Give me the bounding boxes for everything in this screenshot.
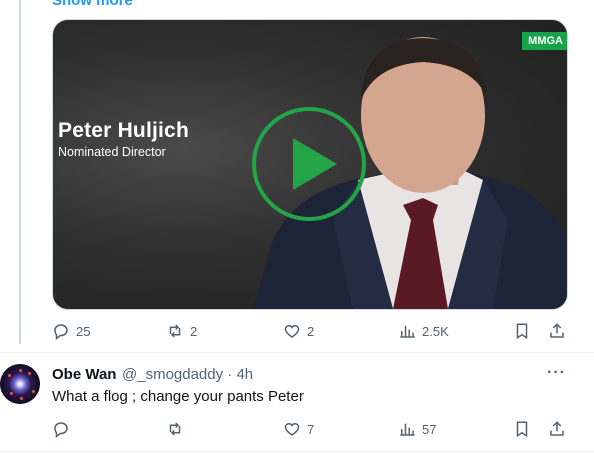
reply-text: What a flog ; change your pants Peter <box>52 388 304 405</box>
reply-button[interactable]: 25 <box>52 320 90 342</box>
like-button[interactable]: 7 <box>283 418 314 440</box>
like-count: 2 <box>307 323 315 339</box>
reply-button[interactable] <box>52 418 76 440</box>
thread-line <box>19 0 21 344</box>
share-icon <box>550 421 564 436</box>
repost-button[interactable] <box>166 418 190 440</box>
share-button[interactable] <box>548 418 566 440</box>
reply-divider <box>0 451 594 452</box>
repost-icon <box>169 422 181 436</box>
views-button[interactable]: 2.5K <box>398 320 449 342</box>
more-icon[interactable]: ··· <box>547 364 566 382</box>
like-count: 7 <box>307 421 315 437</box>
reply-icon <box>54 422 68 438</box>
reply-author-handle[interactable]: @_smogdaddy · 4h <box>122 366 253 383</box>
bookmark-button[interactable] <box>513 320 531 342</box>
bookmark-icon <box>516 421 528 438</box>
repost-icon <box>169 324 181 338</box>
views-count: 2.5K <box>422 323 449 339</box>
views-count: 57 <box>422 421 437 437</box>
show-more-link[interactable]: Show more <box>52 0 133 9</box>
bookmark-icon <box>516 323 528 340</box>
reply-count: 25 <box>76 323 91 339</box>
video-caption-role: Nominated Director <box>58 145 166 159</box>
repost-count: 2 <box>190 323 198 339</box>
play-icon[interactable] <box>251 106 367 222</box>
views-icon <box>400 325 415 338</box>
reply-author-name[interactable]: Obe Wan <box>52 366 116 383</box>
repost-button[interactable]: 2 <box>166 320 197 342</box>
like-button[interactable]: 2 <box>283 320 314 342</box>
views-button[interactable]: 57 <box>398 418 436 440</box>
views-icon <box>400 423 415 436</box>
video-player[interactable]: MMGA Peter Huljich Nominated Director <box>52 19 568 310</box>
like-icon <box>284 422 300 436</box>
avatar[interactable] <box>0 364 40 404</box>
post-divider <box>0 352 594 353</box>
reply-icon <box>54 324 68 340</box>
mmga-badge: MMGA <box>522 32 567 50</box>
reply-action-bar: 7 57 <box>0 418 594 440</box>
share-button[interactable] <box>548 320 566 342</box>
bookmark-button[interactable] <box>513 418 531 440</box>
share-icon <box>550 323 564 338</box>
video-caption-name: Peter Huljich <box>58 119 189 142</box>
post-action-bar: 25 2 2 2.5K <box>0 320 594 342</box>
like-icon <box>284 324 300 338</box>
